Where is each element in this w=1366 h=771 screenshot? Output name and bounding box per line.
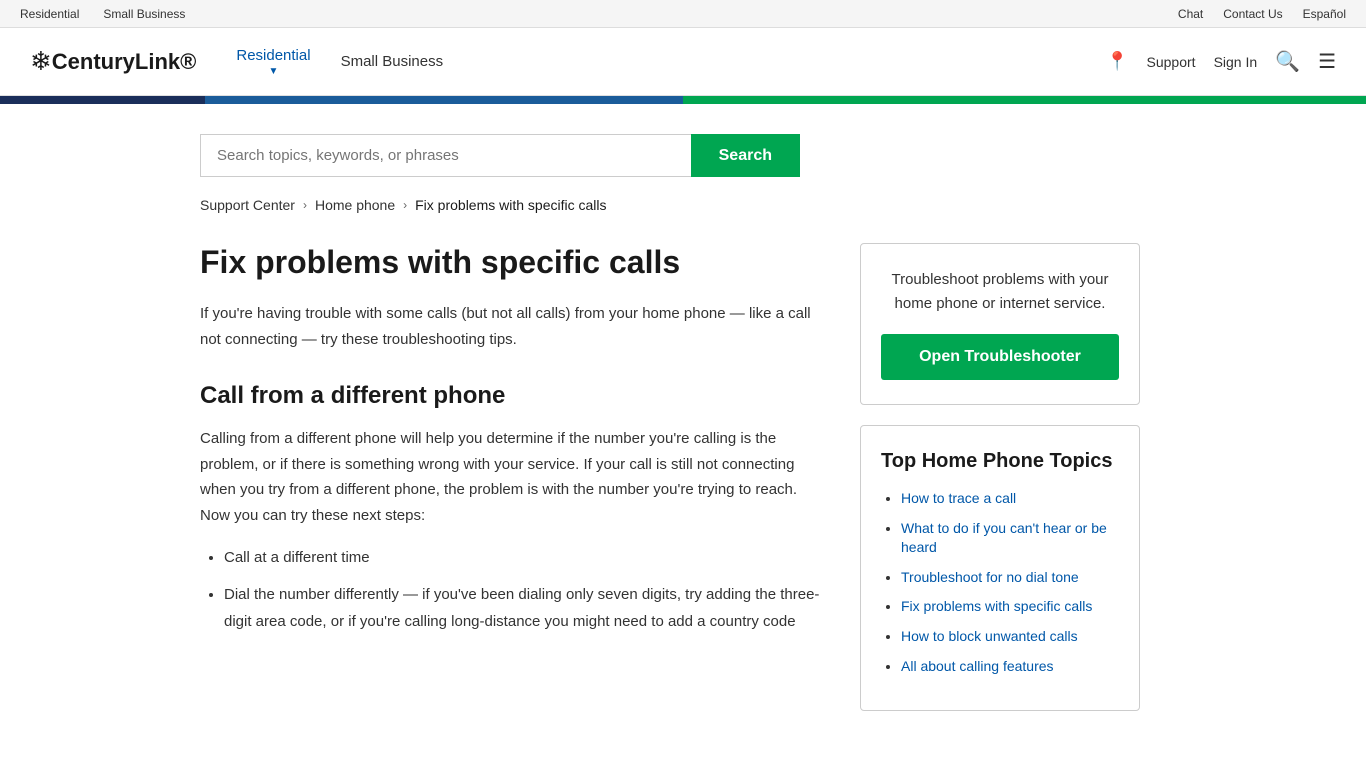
- breadcrumb-separator-2: ›: [403, 198, 407, 212]
- color-bar-light: [683, 96, 1366, 104]
- section1-body: Calling from a different phone will help…: [200, 426, 820, 528]
- breadcrumb-support-center[interactable]: Support Center: [200, 197, 295, 213]
- list-item: What to do if you can't hear or be heard: [901, 519, 1119, 558]
- nav-links: Residential ▼ Small Business: [236, 47, 1106, 77]
- troubleshooter-description: Troubleshoot problems with your home pho…: [881, 268, 1119, 316]
- topic-link-specific-calls[interactable]: Fix problems with specific calls: [901, 598, 1092, 614]
- color-bar: [0, 96, 1366, 104]
- bullet-list: Call at a different time Dial the number…: [200, 544, 820, 635]
- utility-espanol-link[interactable]: Español: [1303, 7, 1346, 21]
- search-button[interactable]: Search: [691, 134, 800, 177]
- utility-residential-link[interactable]: Residential: [20, 7, 79, 21]
- utility-bar: Residential Small Business Chat Contact …: [0, 0, 1366, 28]
- logo-text: CenturyLink®: [52, 49, 197, 75]
- location-icon[interactable]: 📍: [1106, 51, 1128, 72]
- utility-small-business-link[interactable]: Small Business: [103, 7, 185, 21]
- breadcrumb: Support Center › Home phone › Fix proble…: [0, 187, 1366, 223]
- nav-signin-link[interactable]: Sign In: [1214, 54, 1258, 70]
- search-icon[interactable]: 🔍: [1275, 49, 1300, 74]
- list-item: Fix problems with specific calls: [901, 597, 1119, 617]
- topics-list: How to trace a call What to do if you ca…: [881, 489, 1119, 676]
- logo-area: ❄ CenturyLink®: [30, 46, 196, 77]
- breadcrumb-separator-1: ›: [303, 198, 307, 212]
- troubleshooter-card: Troubleshoot problems with your home pho…: [860, 243, 1140, 405]
- list-item: How to block unwanted calls: [901, 627, 1119, 647]
- list-item: All about calling features: [901, 657, 1119, 677]
- breadcrumb-current: Fix problems with specific calls: [415, 197, 606, 213]
- topic-link-dial-tone[interactable]: Troubleshoot for no dial tone: [901, 569, 1079, 585]
- list-item: Call at a different time: [224, 544, 820, 571]
- breadcrumb-home-phone[interactable]: Home phone: [315, 197, 395, 213]
- search-section: Search: [0, 104, 1366, 187]
- sidebar: Troubleshoot problems with your home pho…: [860, 243, 1140, 731]
- chevron-down-icon: ▼: [269, 66, 279, 77]
- topic-link-calling-features[interactable]: All about calling features: [901, 658, 1054, 674]
- content-layout: Fix problems with specific calls If you'…: [0, 223, 1366, 771]
- nav-small-business-link[interactable]: Small Business: [341, 53, 444, 70]
- color-bar-medium: [205, 96, 683, 104]
- utility-bar-left: Residential Small Business: [20, 7, 185, 21]
- topics-card: Top Home Phone Topics How to trace a cal…: [860, 425, 1140, 711]
- nav-residential-link[interactable]: Residential ▼: [236, 47, 310, 77]
- article-intro: If you're having trouble with some calls…: [200, 301, 820, 352]
- topic-link-trace[interactable]: How to trace a call: [901, 490, 1016, 506]
- topic-link-cant-hear[interactable]: What to do if you can't hear or be heard: [901, 520, 1107, 556]
- section1-title: Call from a different phone: [200, 382, 820, 410]
- article-content: Fix problems with specific calls If you'…: [200, 243, 820, 731]
- nav-support-link[interactable]: Support: [1147, 54, 1196, 70]
- list-item: How to trace a call: [901, 489, 1119, 509]
- logo-snowflake-icon: ❄: [30, 46, 52, 77]
- utility-bar-right: Chat Contact Us Español: [1178, 7, 1346, 21]
- search-container: Search: [200, 134, 800, 177]
- list-item: Dial the number differently — if you've …: [224, 581, 820, 635]
- topic-link-block-calls[interactable]: How to block unwanted calls: [901, 628, 1078, 644]
- utility-contact-link[interactable]: Contact Us: [1223, 7, 1282, 21]
- nav-right: 📍 Support Sign In 🔍 ☰: [1106, 49, 1336, 74]
- color-bar-dark: [0, 96, 205, 104]
- list-item: Troubleshoot for no dial tone: [901, 568, 1119, 588]
- open-troubleshooter-button[interactable]: Open Troubleshooter: [881, 334, 1119, 380]
- utility-chat-link[interactable]: Chat: [1178, 7, 1203, 21]
- topics-title: Top Home Phone Topics: [881, 450, 1119, 473]
- article-title: Fix problems with specific calls: [200, 243, 820, 281]
- main-nav: ❄ CenturyLink® Residential ▼ Small Busin…: [0, 28, 1366, 96]
- search-input[interactable]: [200, 134, 691, 177]
- menu-icon[interactable]: ☰: [1318, 49, 1336, 74]
